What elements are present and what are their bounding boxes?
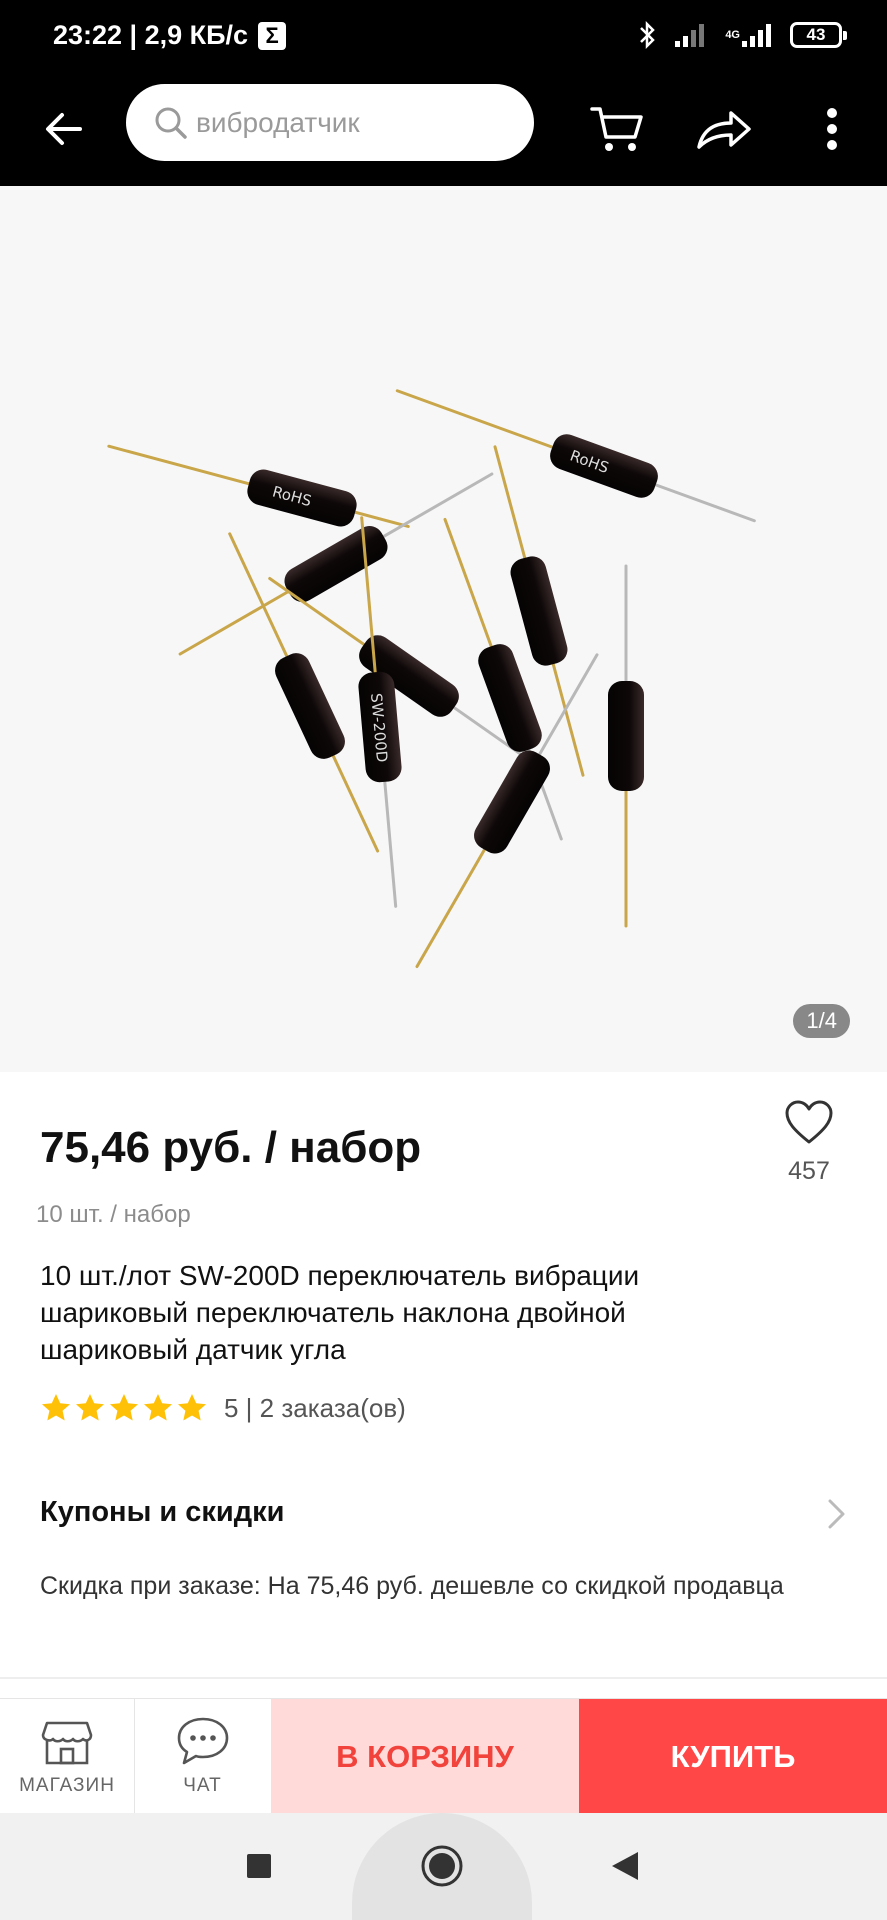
- cart-icon: [590, 107, 643, 151]
- star-icon: [76, 1394, 104, 1421]
- star-icon: [110, 1394, 138, 1421]
- star-icon: [144, 1394, 172, 1421]
- signal-icon: [675, 24, 705, 47]
- buy-now-button[interactable]: КУПИТЬ: [579, 1699, 887, 1814]
- search-icon: [155, 107, 187, 139]
- favorite-button[interactable]: 457: [776, 1100, 842, 1186]
- recents-button[interactable]: [228, 1835, 290, 1897]
- heart-icon: [785, 1100, 833, 1144]
- product-price: 75,46 руб. / набор: [40, 1123, 422, 1172]
- cart-button[interactable]: [585, 97, 649, 161]
- status-bar: 23:22 | 2,9 КБ/с Σ 4G 43: [0, 0, 887, 75]
- sigma-icon: Σ: [258, 21, 287, 50]
- rating-row[interactable]: 5 | 2 заказа(ов): [40, 1390, 406, 1426]
- share-button[interactable]: [692, 97, 756, 161]
- home-circle-icon: [421, 1845, 463, 1887]
- back-nav-button[interactable]: [594, 1835, 656, 1897]
- square-icon: [247, 1854, 271, 1878]
- search-input[interactable]: вибродатчик: [126, 84, 534, 161]
- store-label: МАГАЗИН: [19, 1775, 115, 1796]
- product-image-gallery[interactable]: RoHS RoHS SW-200D 1/4: [0, 186, 887, 1072]
- discount-text: Скидка при заказе: На 75,46 руб. дешевле…: [40, 1572, 784, 1600]
- coupons-label: Купоны и скидки: [40, 1496, 285, 1528]
- divider: [0, 1677, 887, 1679]
- chat-icon: [177, 1717, 228, 1765]
- rating-stars: [40, 1392, 208, 1424]
- coupons-row[interactable]: Купоны и скидки: [0, 1484, 887, 1544]
- battery-indicator: 43: [790, 22, 847, 48]
- product-title: 10 шт./лот SW-200D переключатель вибраци…: [40, 1260, 640, 1365]
- rating-text: 5 | 2 заказа(ов): [224, 1392, 406, 1423]
- status-left: 23:22 | 2,9 КБ/с Σ: [53, 20, 287, 51]
- back-arrow-icon: [46, 113, 82, 145]
- back-triangle-icon: [612, 1852, 638, 1880]
- product-unit: 10 шт. / набор: [36, 1201, 191, 1228]
- image-counter: 1/4: [793, 1004, 850, 1038]
- screen: 23:22 | 2,9 КБ/с Σ 4G 43 вибродатчик RoH…: [0, 0, 887, 1920]
- status-time-speed: 23:22 | 2,9 КБ/с: [53, 20, 249, 50]
- bluetooth-icon: [640, 20, 656, 50]
- chat-label: ЧАТ: [183, 1775, 222, 1796]
- store-button[interactable]: МАГАЗИН: [0, 1699, 135, 1814]
- search-placeholder: вибродатчик: [196, 106, 360, 138]
- chat-button[interactable]: ЧАТ: [135, 1699, 270, 1814]
- favorites-count: 457: [788, 1157, 830, 1185]
- more-vert-icon: [827, 108, 837, 150]
- store-icon: [41, 1721, 93, 1765]
- signal-4g-icon: [742, 24, 771, 47]
- system-nav-bar: [0, 1813, 887, 1920]
- chevron-right-icon: [828, 1499, 845, 1529]
- product-photo: RoHS RoHS SW-200D: [0, 186, 887, 1072]
- share-icon: [697, 111, 751, 149]
- signal-4g: 4G: [725, 21, 774, 49]
- back-button[interactable]: [36, 101, 92, 157]
- bottom-action-bar: МАГАЗИН ЧАТ В КОРЗИНУ КУПИТЬ: [0, 1698, 887, 1814]
- star-icon: [178, 1394, 206, 1421]
- network-label: 4G: [725, 29, 740, 41]
- add-to-cart-button[interactable]: В КОРЗИНУ: [271, 1699, 579, 1814]
- top-app-bar: вибродатчик: [0, 75, 887, 186]
- more-button[interactable]: [800, 97, 864, 161]
- home-button[interactable]: [411, 1835, 473, 1897]
- star-icon: [42, 1394, 70, 1421]
- status-right: 4G 43: [637, 20, 847, 50]
